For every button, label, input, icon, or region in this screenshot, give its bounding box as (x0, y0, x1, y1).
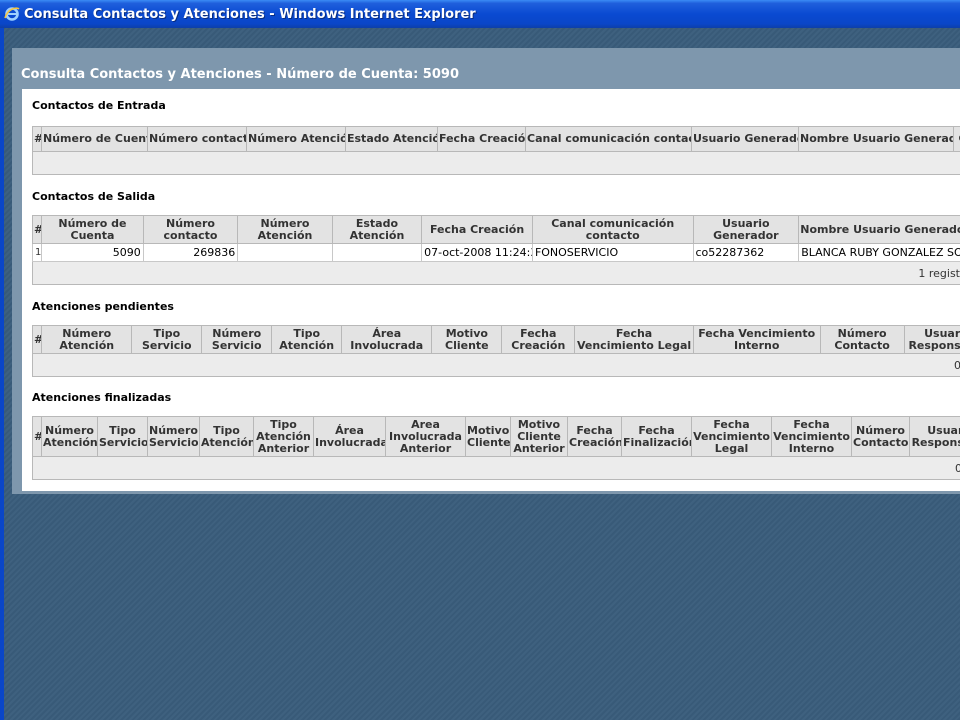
col-header[interactable]: Nombre Usuario Generador (798, 215, 960, 244)
col-header[interactable]: Tipo Atención (199, 416, 254, 457)
section-title-entrada: Contactos de Entrada (32, 99, 166, 112)
cell-canal: FONOSERVICIO (531, 243, 694, 262)
row-index: 1 (31, 243, 43, 262)
col-header[interactable]: # (32, 416, 42, 457)
col-header[interactable]: Tipo Servicio (131, 325, 203, 354)
cell-usuario-generador: co52287362 (692, 243, 800, 262)
col-header[interactable]: Usuario Responsable (903, 325, 960, 354)
col-header[interactable]: Fecha Creación (501, 325, 576, 354)
section-title-salida: Contactos de Salida (32, 190, 156, 203)
entrada-header-row: # Número de Cuenta Número contacto Númer… (32, 126, 960, 152)
salida-table: # Número de Cuenta Número contacto Númer… (31, 215, 960, 285)
col-header[interactable]: Número Atención (246, 126, 346, 152)
window-border (0, 28, 4, 720)
col-header[interactable]: Número contacto (147, 126, 247, 152)
col-header[interactable]: Fecha Vencimiento Legal (574, 325, 694, 354)
col-header[interactable]: Número Atención (41, 325, 133, 354)
record-count: 0 (32, 456, 960, 480)
col-header[interactable]: Motivo Cliente (465, 416, 511, 457)
col-header[interactable]: Fecha Creación (437, 126, 526, 152)
entrada-footer: 0 (32, 151, 960, 175)
col-header[interactable]: Número Atención (237, 215, 333, 244)
pendientes-table: # Número Atención Tipo Servicio Número S… (31, 325, 960, 377)
col-header[interactable]: Número Contacto (819, 325, 905, 354)
col-header[interactable]: Fecha Vencimiento Legal (691, 416, 772, 457)
col-header[interactable]: G (953, 126, 960, 152)
internet-explorer-icon (4, 6, 20, 22)
salida-footer: 1 registro (32, 261, 960, 285)
section-title-finalizadas: Atenciones finalizadas (32, 391, 172, 404)
cell-numero-atencion (237, 243, 333, 262)
record-count: 1 registro (32, 261, 960, 285)
col-header[interactable]: Área Involucrada (313, 416, 386, 457)
col-header[interactable]: Fecha Creación (567, 416, 622, 457)
col-header[interactable]: Motivo Cliente Anterior (510, 416, 568, 457)
table-row[interactable]: 1 5090 269836 07-oct-2008 11:24:34 FONOS… (31, 243, 960, 262)
col-header[interactable]: Número de Cuenta (41, 215, 144, 244)
window-title-bar[interactable]: Consulta Contactos y Atenciones - Window… (0, 0, 960, 28)
col-header[interactable]: Tipo Servicio (97, 416, 148, 457)
window-title: Consulta Contactos y Atenciones - Window… (24, 6, 476, 22)
col-header[interactable]: Número Servicio (201, 325, 273, 354)
col-header[interactable]: Número Atención (41, 416, 98, 457)
col-header[interactable]: Canal comunicación contacto (525, 126, 692, 152)
col-header[interactable]: Fecha Creación (421, 215, 533, 244)
cell-fecha-creacion: 07-oct-2008 11:24:34 (421, 243, 533, 262)
col-header[interactable]: # (32, 126, 42, 152)
pendientes-footer: 0 (32, 353, 960, 377)
col-header[interactable]: Usuario Generador (692, 215, 800, 244)
section-title-pendientes: Atenciones pendientes (32, 300, 174, 313)
cell-estado-atencion (331, 243, 423, 262)
col-header[interactable]: Fecha Finalización (621, 416, 692, 457)
col-header[interactable]: Motivo Cliente (431, 325, 503, 354)
col-header[interactable]: Número contacto (142, 215, 239, 244)
pendientes-header-row: # Número Atención Tipo Servicio Número S… (31, 325, 960, 354)
col-header[interactable]: Área Involucrada (341, 325, 433, 354)
col-header[interactable]: Canal comunicación contacto (531, 215, 694, 244)
cell-nombre-usuario: BLANCA RUBY GONZALEZ SOTO (798, 243, 960, 262)
col-header[interactable]: Estado Atención (331, 215, 423, 244)
col-header[interactable]: # (31, 215, 43, 244)
col-header[interactable]: Fecha Vencimiento Interno (692, 325, 821, 354)
col-header[interactable]: Usuario Generador (691, 126, 799, 152)
col-header[interactable]: Número Contacto (851, 416, 910, 457)
record-count: 0 (32, 353, 960, 377)
col-header[interactable]: Area Involucrada Anterior (385, 416, 466, 457)
cell-numero-contacto: 269836 (142, 243, 239, 262)
finalizadas-footer: 0 (32, 456, 960, 480)
col-header[interactable]: Tipo Atención (271, 325, 343, 354)
panel-title: Consulta Contactos y Atenciones - Número… (21, 67, 459, 82)
salida-header-row: # Número de Cuenta Número contacto Númer… (31, 215, 960, 244)
panel-content: Contactos de Entrada # Número de Cuenta … (22, 89, 960, 491)
finalizadas-table: # Número Atención Tipo Servicio Número S… (32, 416, 960, 480)
col-header[interactable]: Número de Cuenta (41, 126, 148, 152)
col-header[interactable]: Tipo Atención Anterior (253, 416, 314, 457)
col-header[interactable]: Fecha Vencimiento Interno (771, 416, 852, 457)
col-header[interactable]: Estado Atención (345, 126, 438, 152)
cell-numero-cuenta: 5090 (41, 243, 144, 262)
finalizadas-header-row: # Número Atención Tipo Servicio Número S… (32, 416, 960, 457)
record-count: 0 (32, 151, 960, 175)
col-header[interactable]: # (31, 325, 43, 354)
col-header[interactable]: Número Servicio (147, 416, 200, 457)
entrada-table: # Número de Cuenta Número contacto Númer… (32, 126, 960, 175)
col-header[interactable]: Nombre Usuario Generador (798, 126, 954, 152)
col-header[interactable]: Usuario Responsable (909, 416, 960, 457)
